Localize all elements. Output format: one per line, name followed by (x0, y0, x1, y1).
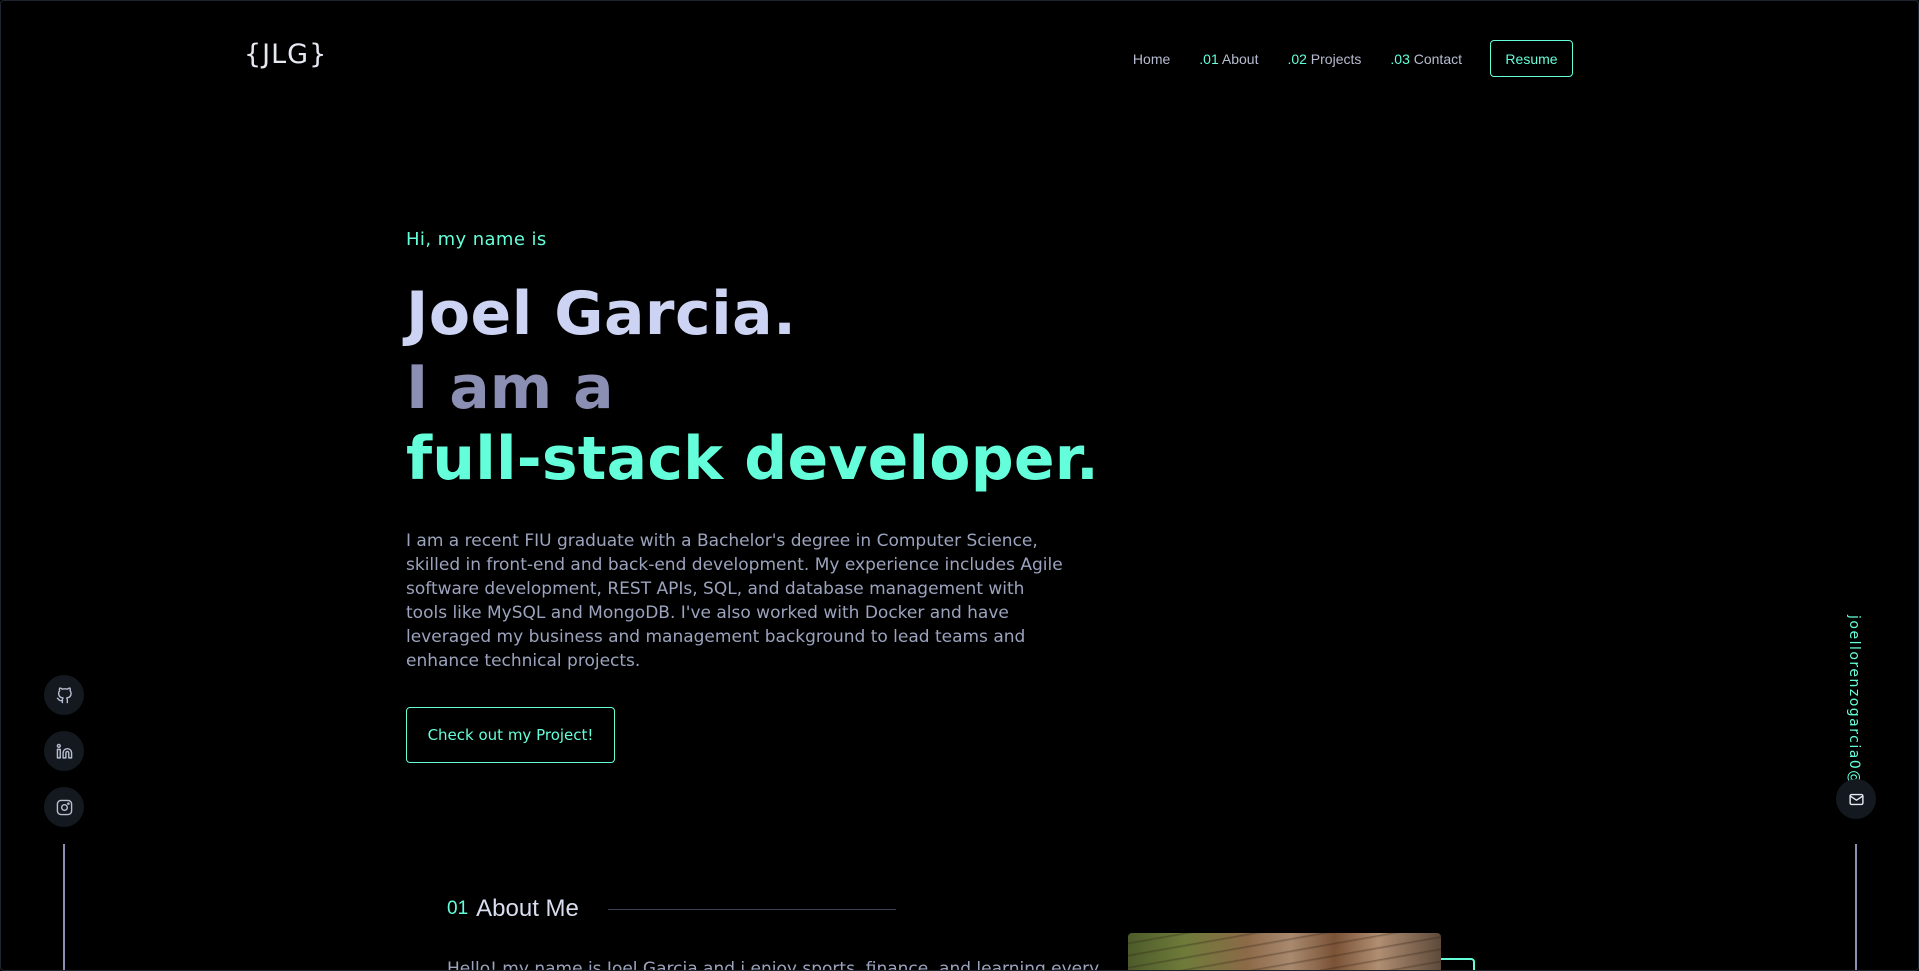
social-links (44, 675, 84, 843)
instagram-icon (56, 799, 72, 815)
nav-link-number: .01 (1199, 50, 1219, 67)
nav-link-label: About (1218, 50, 1259, 67)
nav-link-contact[interactable]: .03 Contact (1390, 51, 1462, 67)
github-icon (56, 686, 72, 703)
right-rail-line (1855, 844, 1857, 970)
site-logo[interactable]: {JLG} (244, 39, 327, 70)
hero-section: Hi, my name is Joel Garcia. I am a full-… (406, 229, 1099, 763)
about-divider (608, 909, 896, 910)
instagram-link[interactable] (44, 787, 84, 827)
hero-greeting: Hi, my name is (406, 229, 547, 250)
about-title: About Me (476, 895, 579, 922)
about-text: Hello! my name is Joel Garcia and i enjo… (447, 959, 1100, 971)
hero-role: full-stack developer. (406, 424, 1099, 494)
resume-button[interactable]: Resume (1490, 40, 1573, 77)
nav-link-label: Home (1132, 50, 1171, 67)
nav-link-label: Contact (1409, 50, 1462, 67)
check-project-button[interactable]: Check out my Project! (406, 707, 615, 763)
linkedin-icon (56, 743, 72, 759)
hero-bio: I am a recent FIU graduate with a Bachel… (406, 531, 1063, 671)
nav-link-home[interactable]: Home (1133, 51, 1170, 67)
profile-photo (1128, 933, 1441, 970)
nav-link-about[interactable]: .01 About (1199, 51, 1258, 67)
page-frame: {JLG} Home .01 About .02 Projects .03 Co… (0, 0, 1919, 971)
email-link[interactable]: joellorenzogarcia0@ (1846, 615, 1862, 786)
about-number: 01 (447, 898, 469, 919)
mail-button[interactable] (1836, 779, 1876, 819)
nav-link-label: Projects (1306, 50, 1362, 67)
main-nav: Home .01 About .02 Projects .03 Contact … (1104, 40, 1573, 77)
linkedin-link[interactable] (44, 731, 84, 771)
nav-link-number: .03 (1390, 50, 1410, 67)
left-rail-line (63, 844, 65, 970)
nav-link-projects[interactable]: .02 Projects (1287, 51, 1361, 67)
mail-icon (1848, 793, 1864, 805)
about-heading: 01 About Me (447, 895, 579, 923)
github-link[interactable] (44, 675, 84, 715)
hero-tagline: I am a (406, 353, 614, 423)
nav-link-number: .02 (1287, 50, 1307, 67)
hero-name: Joel Garcia. (406, 279, 797, 349)
